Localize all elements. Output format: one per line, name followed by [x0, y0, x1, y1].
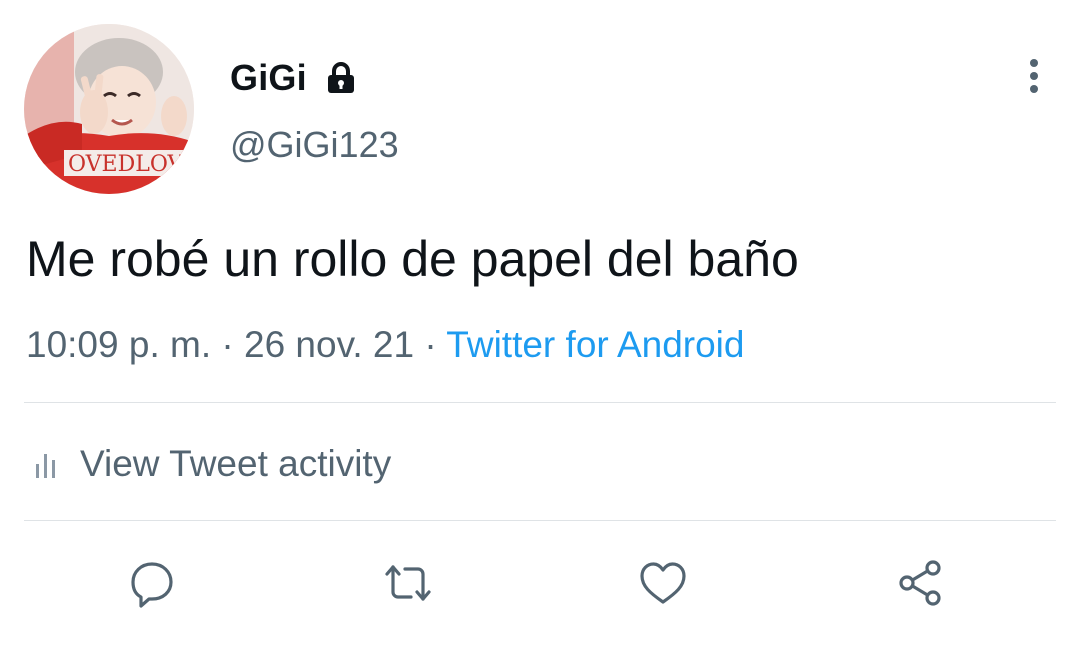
- meta-separator: ·: [221, 324, 234, 365]
- avatar-image: OVEDLOVE: [24, 24, 194, 194]
- tweet-meta: 10:09 p. m. · 26 nov. 21 · Twitter for A…: [26, 320, 744, 370]
- view-tweet-activity-label: View Tweet activity: [80, 443, 392, 484]
- avatar[interactable]: OVEDLOVE: [24, 24, 194, 194]
- view-tweet-activity-button[interactable]: View Tweet activity: [28, 436, 391, 492]
- tweet-date[interactable]: 26 nov. 21: [244, 324, 414, 365]
- reply-icon: [131, 562, 173, 608]
- retweet-icon: [385, 565, 431, 601]
- meta-separator: ·: [424, 324, 437, 365]
- reply-button[interactable]: [125, 556, 179, 610]
- share-button[interactable]: [894, 556, 948, 610]
- more-options-button[interactable]: [1012, 52, 1056, 100]
- avatar-shirt-text: OVEDLOVE: [68, 152, 194, 177]
- like-button[interactable]: [636, 556, 690, 610]
- retweet-button[interactable]: [381, 556, 435, 610]
- divider: [24, 520, 1056, 521]
- bar-chart-icon: [36, 454, 55, 478]
- tweet-time[interactable]: 10:09 p. m.: [26, 324, 211, 365]
- share-icon: [899, 560, 941, 606]
- author-handle[interactable]: @GiGi123: [230, 124, 399, 166]
- author-name-row: GiGi: [230, 56, 359, 100]
- lock-icon: [323, 60, 359, 96]
- tweet-text: Me robé un rollo de papel del baño: [26, 231, 799, 287]
- more-vertical-icon: [1030, 59, 1038, 93]
- divider: [24, 402, 1056, 403]
- author-display-name[interactable]: GiGi: [230, 57, 307, 99]
- tweet-source-link[interactable]: Twitter for Android: [446, 324, 744, 365]
- like-icon: [640, 562, 686, 604]
